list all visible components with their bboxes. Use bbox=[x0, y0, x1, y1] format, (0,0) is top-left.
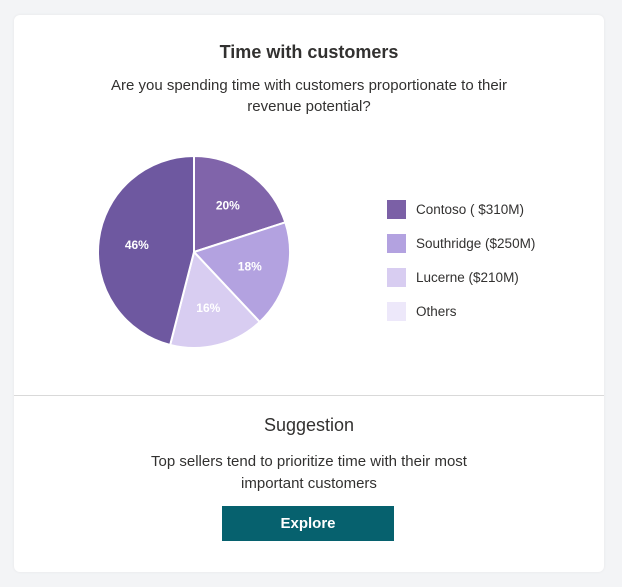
legend-item: Lucerne ($210M) bbox=[387, 267, 597, 287]
suggestion-title: Suggestion bbox=[263, 415, 355, 435]
legend-item: Contoso ( $310M) bbox=[387, 199, 597, 219]
legend-swatch bbox=[387, 233, 406, 253]
legend-label: Others bbox=[416, 303, 457, 319]
pie-slice-label-3: 16% bbox=[196, 301, 220, 315]
legend-item: Others bbox=[387, 301, 597, 321]
legend-swatch bbox=[387, 301, 406, 321]
legend-item: Southridge ($250M) bbox=[387, 233, 597, 253]
pie-slice-label-4: 46% bbox=[125, 238, 149, 252]
pie-slice-label-1: 20% bbox=[216, 198, 240, 212]
legend-label: Contoso ( $310M) bbox=[416, 201, 525, 217]
legend-label: Lucerne ($210M) bbox=[416, 269, 519, 285]
legend-swatch bbox=[387, 267, 406, 287]
explore-button[interactable]: Explore bbox=[222, 506, 394, 541]
section-divider bbox=[14, 395, 604, 396]
chart-legend: Contoso ( $310M) Southridge ($250M) Lucern… bbox=[387, 199, 597, 335]
pie-slices bbox=[97, 154, 291, 349]
suggestion-text: Top sellers tend to prioritize time with… bbox=[151, 453, 467, 492]
legend-swatch bbox=[387, 199, 406, 219]
time-with-customers-card: Time with customers Are you spending tim… bbox=[14, 15, 604, 572]
legend-label: Southridge ($250M) bbox=[416, 235, 536, 251]
pie-slice-label-2: 18% bbox=[238, 259, 262, 273]
